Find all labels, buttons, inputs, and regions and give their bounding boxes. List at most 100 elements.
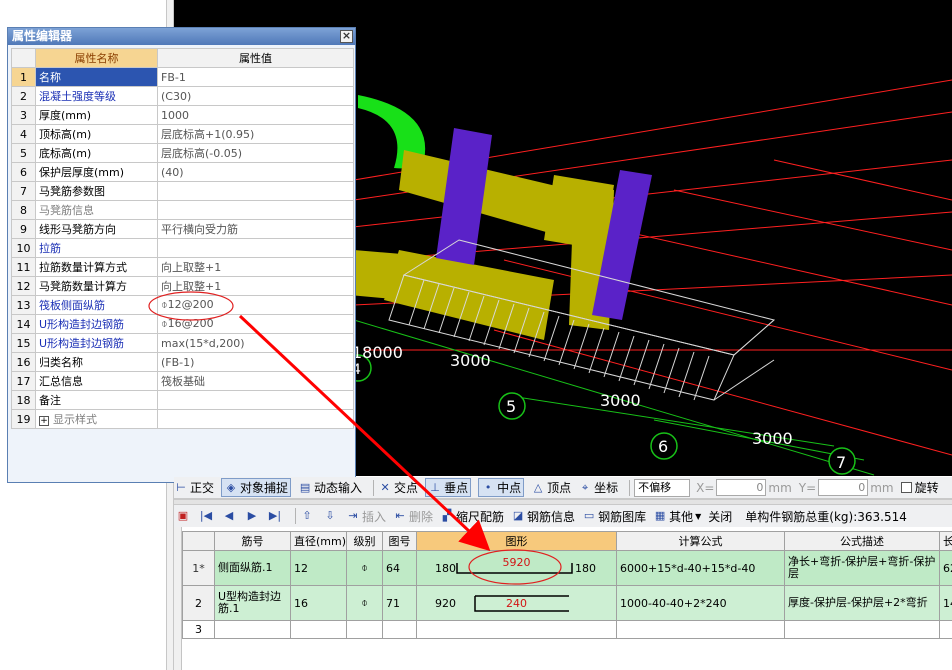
prev-record-button[interactable]: ◀ [222, 509, 238, 523]
property-row[interactable]: 17 汇总信息 筏板基础 [11, 371, 354, 391]
property-value[interactable]: 向上取整+1 [157, 257, 354, 277]
x-input[interactable]: 0 [716, 479, 767, 496]
dynamic-input-button[interactable]: ▤ 动态输入 [298, 479, 362, 496]
property-value[interactable]: ⌽16@200 [157, 314, 354, 334]
property-name[interactable]: + 显示样式 [35, 409, 158, 429]
grade-cell[interactable] [346, 620, 383, 639]
rebar-row[interactable]: 2 U型构造封边筋.1 16 ⌽ 71 920 240 1000-40-40+2*240 厚度-… [182, 585, 952, 621]
grade-cell[interactable]: ⌽ [346, 550, 383, 586]
col-formula-desc[interactable]: 公式描述 [784, 531, 940, 551]
col-length[interactable]: 长 [939, 531, 952, 551]
rebar-row[interactable]: 1* 侧面纵筋.1 12 ⌽ 64 180 5920 180 6000+15*d-40+15*d… [182, 550, 952, 586]
ortho-button[interactable]: ⊢ 正交 [174, 479, 214, 496]
property-row[interactable]: 15 U形构造封边钢筋 max(15*d,200) [11, 333, 354, 353]
diameter-cell[interactable]: 12 [290, 550, 347, 586]
length-cell[interactable] [939, 620, 952, 639]
midpoint-button[interactable]: • 中点 [478, 478, 525, 497]
shape-cell[interactable]: 920 240 [416, 585, 617, 621]
col-formula[interactable]: 计算公式 [616, 531, 785, 551]
rotate-checkbox[interactable] [900, 482, 912, 493]
perpendicular-button[interactable]: ⊥ 垂点 [425, 478, 472, 497]
property-row[interactable]: 19 + 显示样式 [11, 409, 354, 429]
formula-cell[interactable] [616, 620, 785, 639]
property-row[interactable]: 18 备注 [11, 390, 354, 410]
property-name[interactable]: 拉筋 [35, 238, 158, 258]
diameter-cell[interactable] [290, 620, 347, 639]
rebar-library-button[interactable]: ▭ 钢筋图库 [582, 508, 646, 525]
property-row[interactable]: 5 底标高(m) 层底标高(-0.05) [11, 143, 354, 163]
vertex-button[interactable]: △ 顶点 [531, 479, 571, 496]
shape-cell[interactable] [416, 620, 617, 639]
bar-name-cell[interactable]: U型构造封边筋.1 [214, 585, 291, 621]
col-header-value[interactable]: 属性值 [157, 48, 354, 68]
property-name[interactable]: 马凳筋参数图 [35, 181, 158, 201]
property-name[interactable]: 拉筋数量计算方式 [35, 257, 158, 277]
property-row[interactable]: 14 U形构造封边钢筋 ⌽16@200 [11, 314, 354, 334]
y-input[interactable]: 0 [818, 479, 869, 496]
property-value[interactable]: max(15*d,200) [157, 333, 354, 353]
property-row[interactable]: 1 名称 FB-1 [11, 67, 354, 87]
bar-name-cell[interactable]: 侧面纵筋.1 [214, 550, 291, 586]
property-row[interactable]: 8 马凳筋信息 [11, 200, 354, 220]
expand-icon[interactable]: + [39, 416, 49, 426]
property-name[interactable]: 筏板侧面纵筋 [35, 295, 158, 315]
property-value[interactable]: 层底标高+1(0.95) [157, 124, 354, 144]
property-value[interactable] [157, 181, 354, 201]
property-value[interactable]: 平行横向受力筋 [157, 219, 354, 239]
property-name[interactable]: 混凝土强度等级 [35, 86, 158, 106]
intersection-button[interactable]: ✕ 交点 [378, 479, 418, 496]
property-value[interactable]: ⌽12@200 [157, 295, 354, 315]
property-value[interactable]: 向上取整+1 [157, 276, 354, 296]
col-diameter[interactable]: 直径(mm) [290, 531, 347, 551]
property-value[interactable] [157, 200, 354, 220]
col-bar-no[interactable]: 筋号 [214, 531, 291, 551]
formula-desc-cell[interactable]: 厚度-保护层-保护层+2*弯折 [784, 585, 940, 621]
rebar-row[interactable]: 3 [182, 620, 952, 639]
formula-desc-cell[interactable] [784, 620, 940, 639]
property-name[interactable]: 保护层厚度(mm) [35, 162, 158, 182]
property-name[interactable]: 马凳筋信息 [35, 200, 158, 220]
property-row[interactable]: 11 拉筋数量计算方式 向上取整+1 [11, 257, 354, 277]
col-grade[interactable]: 级别 [346, 531, 383, 551]
rebar-info-button[interactable]: ◪ 钢筋信息 [511, 508, 575, 525]
property-row[interactable]: 9 线形马凳筋方向 平行横向受力筋 [11, 219, 354, 239]
property-row[interactable]: 16 归类名称 (FB-1) [11, 352, 354, 372]
move-up-button[interactable]: ⇧ [300, 509, 316, 523]
shape-cell[interactable]: 180 5920 180 [416, 550, 617, 586]
property-row[interactable]: 10 拉筋 [11, 238, 354, 258]
insert-button[interactable]: ⇥ 插入 [346, 508, 386, 525]
ruler-rebar-button[interactable]: ▞ 缩尺配筋 [440, 508, 504, 525]
last-record-button[interactable]: ▶| [268, 509, 284, 523]
property-name[interactable]: 名称 [35, 67, 158, 87]
property-row[interactable]: 12 马凳筋数量计算方 向上取整+1 [11, 276, 354, 296]
coordinate-button[interactable]: ⌖ 坐标 [578, 479, 618, 496]
property-value[interactable]: 1000 [157, 105, 354, 125]
property-editor-titlebar[interactable]: 属性编辑器 × [8, 28, 355, 45]
close-icon[interactable]: × [340, 30, 353, 43]
property-name[interactable]: 汇总信息 [35, 371, 158, 391]
property-value[interactable]: FB-1 [157, 67, 354, 87]
property-row[interactable]: 13 筏板侧面纵筋 ⌽12@200 [11, 295, 354, 315]
property-row[interactable]: 6 保护层厚度(mm) (40) [11, 162, 354, 182]
property-editor[interactable]: 属性编辑器 × 属性名称 属性值 1 名称 FB-1 2 混凝土强度等级 (C30) 3 厚度… [7, 27, 356, 483]
object-snap-button[interactable]: ◈ 对象捕捉 [221, 478, 292, 497]
move-down-button[interactable]: ⇩ [323, 509, 339, 523]
property-value[interactable]: 层底标高(-0.05) [157, 143, 354, 163]
property-value[interactable]: (FB-1) [157, 352, 354, 372]
property-value[interactable]: 筏板基础 [157, 371, 354, 391]
property-name[interactable]: 底标高(m) [35, 143, 158, 163]
col-shape[interactable]: 图形 [416, 531, 617, 551]
grade-cell[interactable]: ⌽ [346, 585, 383, 621]
property-value[interactable] [157, 390, 354, 410]
property-name[interactable]: 马凳筋数量计算方 [35, 276, 158, 296]
other-menu-button[interactable]: ▦ 其他 ▼ [653, 508, 701, 525]
property-name[interactable]: U形构造封边钢筋 [35, 314, 158, 334]
length-cell[interactable]: 14 [939, 585, 952, 621]
diameter-cell[interactable]: 16 [290, 585, 347, 621]
property-name[interactable]: 线形马凳筋方向 [35, 219, 158, 239]
property-name[interactable]: 厚度(mm) [35, 105, 158, 125]
property-row[interactable]: 4 顶标高(m) 层底标高+1(0.95) [11, 124, 354, 144]
property-name[interactable]: 归类名称 [35, 352, 158, 372]
property-name[interactable]: U形构造封边钢筋 [35, 333, 158, 353]
length-cell[interactable]: 62 [939, 550, 952, 586]
